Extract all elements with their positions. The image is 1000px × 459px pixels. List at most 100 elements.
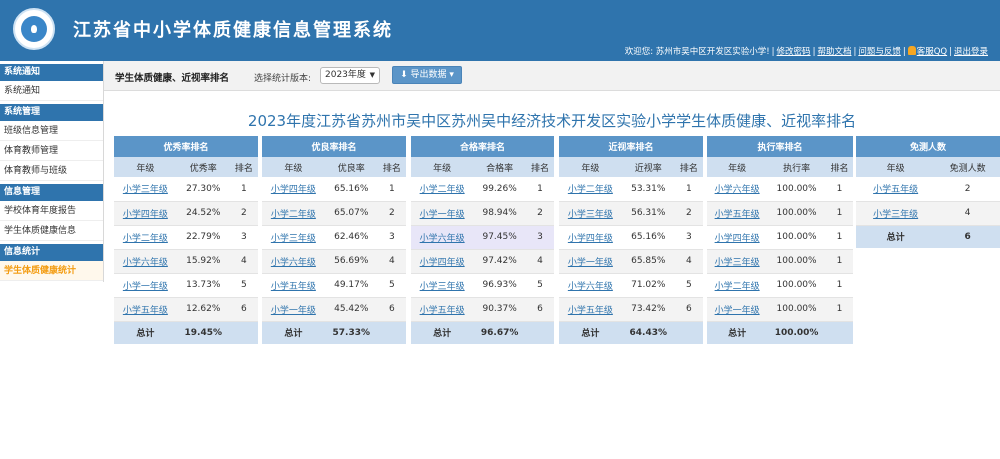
page-breadcrumb: 学生体质健康、近视率排名	[115, 73, 230, 84]
change-password-link[interactable]: 修改密码	[777, 47, 811, 57]
sidebar-section-notice: 系统通知	[0, 64, 103, 81]
sidebar-item[interactable]: 学校体育年度报告	[0, 201, 103, 221]
value-cell: 62.46%	[324, 225, 378, 250]
grade-link[interactable]: 小学四年级	[707, 225, 768, 250]
rank-cell: 4	[377, 249, 406, 274]
feedback-link[interactable]: 问题与反馈	[858, 47, 901, 57]
table-row: 小学四年级 100.00% 1	[707, 225, 853, 250]
table-row: 小学一年级 98.94% 2	[411, 201, 554, 226]
table-row: 小学一年级 100.00% 1	[707, 297, 853, 322]
table-row: 小学五年级 2	[856, 177, 1000, 202]
table-row: 小学三年级 4	[856, 201, 1000, 226]
grade-link[interactable]: 小学一年级	[262, 297, 325, 322]
total-value: 100.00%	[767, 321, 826, 344]
value-cell: 65.07%	[324, 201, 378, 226]
grade-link[interactable]: 小学五年级	[411, 297, 474, 322]
table-row: 小学六年级 56.69% 4	[262, 249, 406, 274]
grade-link[interactable]: 小学三年级	[114, 177, 177, 202]
grade-link[interactable]: 小学六年级	[559, 273, 622, 298]
grade-link[interactable]: 小学二年级	[262, 201, 325, 226]
help-docs-link[interactable]: 帮助文档	[817, 47, 851, 57]
grade-link[interactable]: 小学三年级	[707, 249, 768, 274]
table-row: 小学四年级 24.52% 2	[114, 201, 258, 226]
version-select[interactable]: 2023年度 ▼	[320, 67, 380, 84]
rank-cell: 3	[377, 225, 406, 250]
logout-link[interactable]: 退出登录	[954, 47, 988, 57]
table-caption: 执行率排名	[707, 136, 853, 157]
table-caption: 近视率排名	[559, 136, 703, 157]
sidebar-section-system: 系统管理	[0, 104, 103, 121]
column-header: 排名	[674, 157, 703, 177]
sidebar-item[interactable]: 系统通知	[0, 81, 103, 101]
table-row: 小学六年级 15.92% 4	[114, 249, 258, 274]
good-rate-table: 优良率排名 年级 优良率 排名 小学四年级 65.16% 1 小学二年级 65.07% 2 小学三年…	[262, 136, 406, 344]
grade-link[interactable]: 小学三年级	[262, 225, 325, 250]
grade-link[interactable]: 小学六年级	[262, 249, 325, 274]
sidebar-item[interactable]: 班级信息管理	[0, 121, 103, 141]
grade-link[interactable]: 小学五年级	[707, 201, 768, 226]
value-cell: 45.42%	[324, 297, 378, 322]
rank-cell: 1	[825, 225, 853, 250]
value-cell: 97.42%	[473, 249, 527, 274]
sidebar-item[interactable]: 学生体质健康统计	[0, 261, 103, 281]
column-header: 合格率	[473, 157, 527, 177]
grade-link[interactable]: 小学六年级	[411, 225, 474, 250]
grade-link[interactable]: 小学五年级	[114, 297, 177, 322]
table-row: 小学三年级 96.93% 5	[411, 273, 554, 298]
grade-link[interactable]: 小学一年级	[114, 273, 177, 298]
total-value	[229, 321, 258, 344]
grade-link[interactable]: 小学二年级	[114, 225, 177, 250]
grade-link[interactable]: 小学四年级	[262, 177, 325, 202]
total-label: 总计	[114, 321, 177, 344]
total-row: 总计 57.33%	[262, 321, 406, 344]
sidebar-item[interactable]: 体育教师与班级	[0, 161, 103, 181]
sidebar-item[interactable]: 体育教师管理	[0, 141, 103, 161]
table-row: 小学五年级 12.62% 6	[114, 297, 258, 322]
total-value: 19.45%	[176, 321, 230, 344]
column-header: 免测人数	[935, 157, 1000, 177]
total-value	[526, 321, 554, 344]
value-cell: 73.42%	[621, 297, 675, 322]
table-row: 小学二年级 22.79% 3	[114, 225, 258, 250]
grade-link[interactable]: 小学六年级	[114, 249, 177, 274]
grade-link[interactable]: 小学三年级	[856, 201, 936, 226]
support-qq-link[interactable]: 客服QQ	[917, 47, 947, 57]
grade-link[interactable]: 小学二年级	[411, 177, 474, 202]
grade-link[interactable]: 小学四年级	[411, 249, 474, 274]
grade-link[interactable]: 小学一年级	[707, 297, 768, 322]
rank-cell: 1	[229, 177, 258, 202]
download-icon: ⬇	[400, 70, 411, 80]
column-header: 年级	[262, 157, 325, 177]
site-logo	[13, 8, 55, 50]
value-cell: 100.00%	[767, 201, 826, 226]
table-row: 小学五年级 73.42% 6	[559, 297, 703, 322]
grade-link[interactable]: 小学三年级	[559, 201, 622, 226]
rank-cell: 1	[825, 177, 853, 202]
grade-link[interactable]: 小学六年级	[707, 177, 768, 202]
column-header: 优良率	[324, 157, 378, 177]
total-value	[825, 321, 853, 344]
value-cell: 27.30%	[176, 177, 230, 202]
version-value: 2023年度	[325, 70, 366, 80]
total-row: 总计 6	[856, 225, 1000, 248]
grade-link[interactable]: 小学一年级	[559, 249, 622, 274]
export-data-button[interactable]: ⬇ 导出数据 ▾	[392, 66, 462, 84]
grade-link[interactable]: 小学五年级	[559, 297, 622, 322]
grade-link[interactable]: 小学五年级	[262, 273, 325, 298]
qq-icon	[907, 46, 916, 55]
grade-link[interactable]: 小学三年级	[411, 273, 474, 298]
grade-link[interactable]: 小学一年级	[411, 201, 474, 226]
value-cell: 65.16%	[324, 177, 378, 202]
grade-link[interactable]: 小学四年级	[559, 225, 622, 250]
grade-link[interactable]: 小学二年级	[559, 177, 622, 202]
grade-link[interactable]: 小学二年级	[707, 273, 768, 298]
total-value: 6	[935, 225, 1000, 248]
column-header: 近视率	[621, 157, 675, 177]
table-caption: 优秀率排名	[114, 136, 258, 157]
column-header: 年级	[856, 157, 936, 177]
grade-link[interactable]: 小学四年级	[114, 201, 177, 226]
top-user-links: 欢迎您: 苏州市吴中区开发区实验小学! | 修改密码 | 帮助文档 | 问题与反馈 | 客服QQ…	[624, 46, 988, 57]
grade-link[interactable]: 小学五年级	[856, 177, 936, 202]
sidebar-item[interactable]: 学生体质健康信息	[0, 221, 103, 241]
rank-cell: 1	[526, 177, 554, 202]
